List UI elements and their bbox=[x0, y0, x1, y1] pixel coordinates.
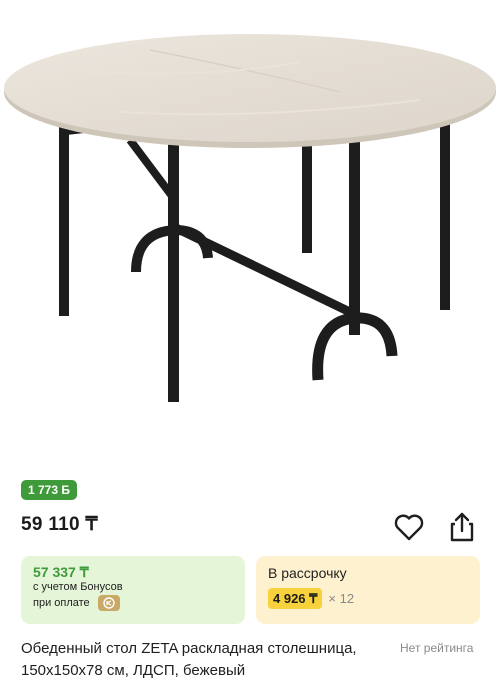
installment-monthly: 4 926 ₸ bbox=[268, 588, 323, 609]
share-icon[interactable] bbox=[446, 511, 478, 543]
installment-label: В рассрочку bbox=[268, 565, 347, 581]
product-title[interactable]: Обеденный стол ZETA раскладная столешниц… bbox=[21, 638, 391, 682]
bonus-price: 57 337 ₸ bbox=[33, 564, 89, 580]
coin-icon bbox=[97, 595, 120, 611]
bonus-line-1: с учетом Бонусов bbox=[33, 581, 123, 593]
product-image[interactable] bbox=[0, 0, 500, 460]
rating-status: Нет рейтинга bbox=[400, 641, 474, 655]
heart-icon[interactable] bbox=[393, 512, 425, 542]
installment-card[interactable]: В рассрочку 4 926 ₸ × 12 bbox=[256, 556, 480, 624]
installment-months: × 12 bbox=[328, 591, 355, 606]
product-price: 59 110 ₸ bbox=[21, 514, 98, 535]
bonus-line-2: при оплате bbox=[33, 596, 90, 609]
bonus-price-card[interactable]: 57 337 ₸ с учетом Бонусов при оплате bbox=[21, 556, 245, 624]
bonus-points-badge: 1 773 Б bbox=[21, 480, 77, 500]
